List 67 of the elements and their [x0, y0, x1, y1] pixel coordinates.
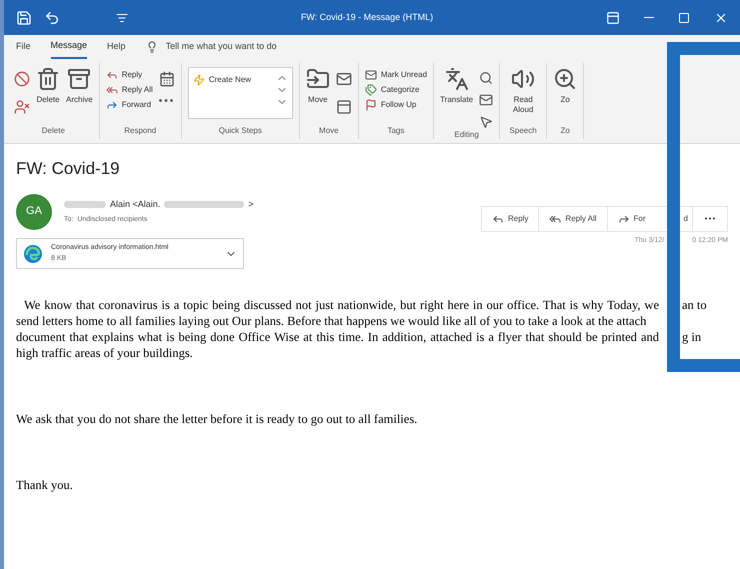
maximize-icon	[678, 12, 690, 24]
minimize-icon	[644, 16, 654, 18]
ribbon-group-label: Speech	[508, 125, 538, 137]
body-text-line-end: g in	[682, 329, 702, 345]
more-icon	[705, 217, 715, 220]
ribbon-group-label: Editing	[453, 129, 480, 141]
trash-icon	[36, 67, 60, 91]
body-text-line: Thank you.	[16, 477, 73, 493]
redacted-blur	[64, 200, 106, 208]
zoom-icon	[553, 67, 578, 91]
categorize-button[interactable]: Categorize	[364, 82, 428, 97]
body-text-line: high traffic areas of your buildings.	[16, 345, 193, 361]
translate-icon	[444, 67, 469, 91]
junk-icon	[14, 99, 30, 115]
sender-name-end: >	[248, 198, 254, 210]
message-action-button[interactable]: Reply All	[539, 206, 608, 230]
mark-unread-button[interactable]: Mark Unread	[364, 67, 428, 82]
menu-tab[interactable]: Help	[107, 35, 126, 59]
more-icon	[158, 99, 173, 102]
body-text-line: send letters home to all families laying out Our plans. Before that happens we would like all of you to take a look at the attach	[16, 313, 646, 329]
tell-me-field[interactable]: Tell me what you want to do	[166, 40, 346, 54]
move-button[interactable]: Move	[306, 67, 330, 105]
ribbon-options-icon	[606, 10, 620, 24]
archive-button[interactable]: Archive	[66, 67, 93, 105]
sender-name: Alain <Alain.	[110, 198, 160, 210]
browser-logo-icon	[23, 244, 43, 264]
speaker-icon	[511, 67, 536, 91]
save-icon	[16, 10, 32, 26]
sender-avatar: GA	[16, 194, 52, 230]
follow-up-button[interactable]: Follow Up	[364, 97, 428, 112]
search-icon	[479, 71, 494, 85]
ribbon-group-label: Respond	[123, 125, 158, 137]
delete-button[interactable]: Delete	[36, 67, 60, 105]
flag-icon	[364, 98, 377, 110]
window-title: FW: Covid-19 - Message (HTML)	[300, 10, 434, 24]
zoom-button[interactable]: Zo	[553, 67, 578, 105]
ribbon-group-label: Delete	[40, 125, 66, 137]
read-aloud-button[interactable]: Read Aloud	[506, 67, 540, 115]
ribbon-group-label: Move	[318, 125, 340, 137]
create-new-button[interactable]: Create New	[192, 72, 252, 87]
body-text-line-end: an to	[682, 297, 707, 313]
ribbon-group-label: Zo	[559, 125, 571, 137]
archive-icon	[67, 67, 92, 91]
translate-button[interactable]: Translate	[440, 67, 474, 105]
body-text-line: We ask that you do not share the letter before it is ready to go out to all families.	[16, 411, 418, 427]
envelope-icon	[364, 68, 377, 80]
ribbon-group-label: Tags	[386, 125, 406, 137]
body-text-line: document that explains what is being done Office Wise at this time. In addition, attached is a flyer that should be printed and	[16, 329, 659, 345]
lightbulb-icon	[146, 41, 158, 53]
reply-all-button[interactable]: Reply All	[106, 82, 153, 97]
ribbon-group-label: Quick Steps	[218, 125, 263, 137]
cursor-icon	[479, 115, 494, 129]
forward-button[interactable]: Forward	[106, 97, 153, 112]
tag-icon	[364, 84, 377, 96]
folder-icon	[306, 67, 330, 91]
lightning-icon	[192, 74, 205, 86]
calendar-icon	[158, 71, 175, 87]
undo-icon	[44, 10, 60, 26]
message-action-button[interactable]: Reply	[482, 206, 540, 230]
message-action-button[interactable]: For d	[608, 206, 693, 230]
body-text-line: We know that coronavirus is a topic being discussed not just nationwide, but right here in our office. That is why Today, we	[23, 297, 659, 313]
envelope-icon	[479, 93, 494, 107]
reply-button[interactable]: Reply	[106, 67, 153, 82]
button-label-end: d	[684, 212, 688, 224]
menu-tab[interactable]: File	[16, 35, 31, 59]
message-subject: FW: Covid-19	[16, 158, 121, 180]
ignore-icon	[14, 71, 30, 87]
